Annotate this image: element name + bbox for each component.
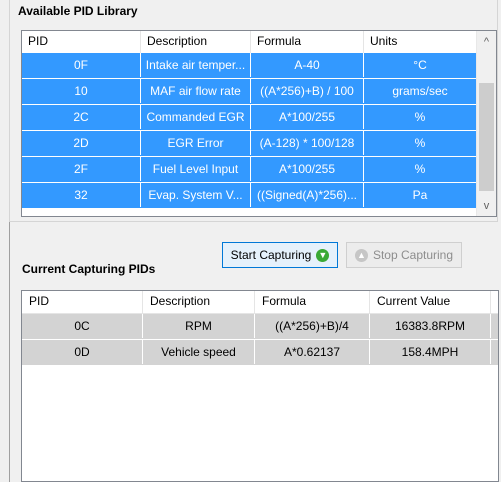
- row-formula: A*100/255: [251, 105, 364, 129]
- row-description: Vehicle speed: [143, 340, 255, 364]
- library-row[interactable]: 2C Commanded EGR A*100/255 %: [22, 105, 477, 131]
- scroll-up-icon[interactable]: ^: [477, 33, 496, 52]
- library-rows: 0F Intake air temper... A-40 °C 10 MAF a…: [22, 53, 477, 209]
- row-pid: 2D: [22, 131, 141, 155]
- start-capturing-button[interactable]: Start Capturing ▼: [222, 242, 338, 268]
- capturing-row[interactable]: 0C RPM ((A*256)+B)/4 16383.8RPM: [22, 314, 498, 340]
- column-header-description[interactable]: Description: [143, 291, 255, 313]
- column-header-current-value[interactable]: Current Value: [370, 291, 491, 313]
- row-formula: A*0.62137: [255, 340, 370, 364]
- capturing-header: PID Description Formula Current Value: [22, 291, 498, 314]
- row-pid: 10: [22, 79, 141, 103]
- row-pid: 2C: [22, 105, 141, 129]
- capturing-title: Current Capturing PIDs: [22, 262, 156, 276]
- library-title: Available PID Library: [16, 4, 140, 18]
- row-formula: ((Signed(A)*256)...: [251, 183, 364, 207]
- row-formula: A-40: [251, 53, 364, 77]
- row-units: %: [364, 157, 477, 181]
- row-pid: 0D: [22, 340, 143, 364]
- row-description: RPM: [143, 314, 255, 338]
- capturing-grid[interactable]: PID Description Formula Current Value 0C…: [21, 290, 499, 482]
- row-pid: 0C: [22, 314, 143, 338]
- row-current-value: 16383.8RPM: [370, 314, 491, 338]
- row-description: MAF air flow rate: [141, 79, 251, 103]
- library-header: PID Description Formula Units: [22, 31, 477, 54]
- arrow-down-circle-icon: ▼: [316, 248, 330, 262]
- library-scrollbar[interactable]: ^ v: [476, 31, 496, 216]
- row-formula: A*100/255: [251, 157, 364, 181]
- row-current-value: 158.4MPH: [370, 340, 491, 364]
- scroll-down-icon[interactable]: v: [477, 197, 496, 216]
- row-units: °C: [364, 53, 477, 77]
- row-units: %: [364, 105, 477, 129]
- row-description: Commanded EGR: [141, 105, 251, 129]
- row-description: Evap. System V...: [141, 183, 251, 207]
- row-formula: ((A*256)+B) / 100: [251, 79, 364, 103]
- library-grid[interactable]: PID Description Formula Units 0F Intake …: [21, 30, 497, 217]
- row-units: grams/sec: [364, 79, 477, 103]
- row-description: Intake air temper...: [141, 53, 251, 77]
- start-capturing-label: Start Capturing: [230, 248, 312, 262]
- column-header-formula[interactable]: Formula: [251, 31, 364, 53]
- row-units: Pa: [364, 183, 477, 207]
- row-description: EGR Error: [141, 131, 251, 155]
- row-formula: ((A*256)+B)/4: [255, 314, 370, 338]
- library-row[interactable]: 32 Evap. System V... ((Signed(A)*256)...…: [22, 183, 477, 209]
- row-units: %: [364, 131, 477, 155]
- row-description: Fuel Level Input: [141, 157, 251, 181]
- column-header-units[interactable]: Units: [364, 31, 477, 53]
- column-header-pid[interactable]: PID: [22, 291, 143, 313]
- row-pid: 0F: [22, 53, 141, 77]
- library-row[interactable]: 10 MAF air flow rate ((A*256)+B) / 100 g…: [22, 79, 477, 105]
- capturing-row[interactable]: 0D Vehicle speed A*0.62137 158.4MPH: [22, 340, 498, 366]
- library-row[interactable]: 2D EGR Error (A-128) * 100/128 %: [22, 131, 477, 157]
- library-row[interactable]: 0F Intake air temper... A-40 °C: [22, 53, 477, 79]
- stop-capturing-label: Stop Capturing: [372, 248, 454, 262]
- stop-capturing-button[interactable]: ▲ Stop Capturing: [346, 242, 462, 268]
- scroll-thumb[interactable]: [479, 83, 494, 191]
- column-header-description[interactable]: Description: [141, 31, 251, 53]
- library-row[interactable]: 2F Fuel Level Input A*100/255 %: [22, 157, 477, 183]
- row-pid: 32: [22, 183, 141, 207]
- column-header-pid[interactable]: PID: [22, 31, 141, 53]
- arrow-up-circle-icon: ▲: [354, 248, 368, 262]
- row-pid: 2F: [22, 157, 141, 181]
- row-formula: (A-128) * 100/128: [251, 131, 364, 155]
- left-divider: [9, 222, 10, 482]
- column-header-formula[interactable]: Formula: [255, 291, 370, 313]
